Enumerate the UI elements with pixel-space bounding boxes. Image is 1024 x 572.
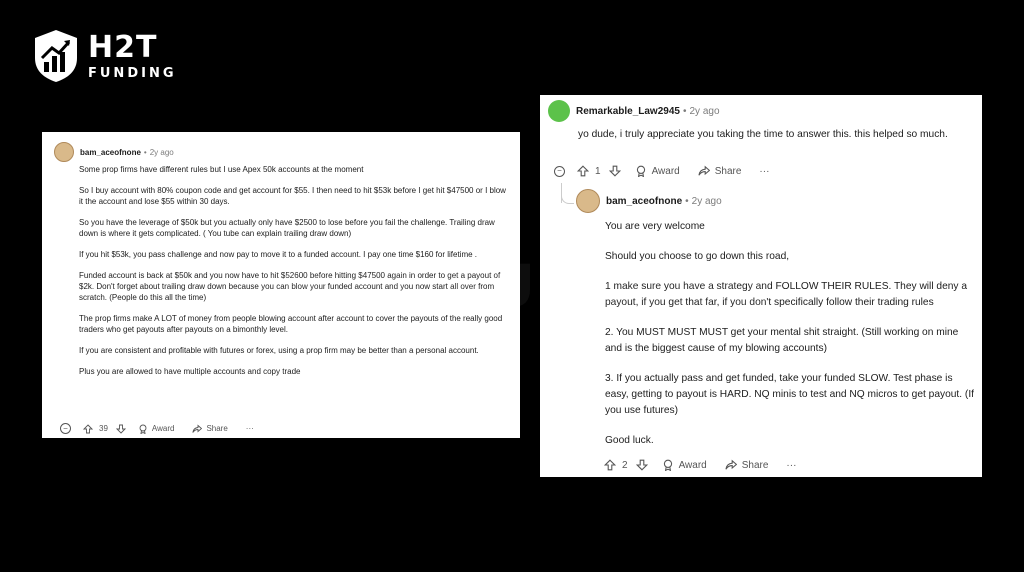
award-button[interactable]: Award [635, 165, 680, 177]
comment-header: bam_aceofnone • 2y ago [576, 189, 722, 213]
username[interactable]: bam_aceofnone [80, 148, 141, 157]
separator-dot: • [685, 195, 689, 207]
downvote-button[interactable] [608, 165, 621, 177]
share-icon [192, 424, 203, 433]
logo-funding-text: FUNDING [88, 65, 177, 81]
avatar-icon[interactable] [576, 189, 600, 213]
comment-paragraph: 3. If you actually pass and get funded, … [605, 373, 974, 416]
award-icon [139, 424, 147, 434]
award-icon [636, 165, 645, 177]
more-icon[interactable]: ··· [759, 166, 769, 177]
more-icon[interactable]: ··· [246, 424, 254, 433]
comment-paragraph: If you hit $53k, you pass challenge and … [79, 249, 478, 259]
downvote-icon [608, 165, 621, 177]
username[interactable]: bam_aceofnone [606, 196, 682, 207]
comment-header: bam_aceofnone • 2y ago [54, 142, 174, 162]
downvote-button[interactable] [115, 424, 126, 434]
upvote-button[interactable] [604, 459, 616, 471]
share-button[interactable]: Share [192, 424, 228, 434]
share-button[interactable]: Share [725, 459, 769, 471]
vote-count: 39 [99, 424, 108, 433]
upvote-icon [83, 423, 93, 433]
thread-connector [561, 191, 574, 204]
timestamp: 2y ago [149, 147, 174, 157]
reply-header: Remarkable_Law2945 • 2y ago [548, 100, 720, 122]
reply-actions: − 1 Award Share ··· [554, 165, 769, 177]
share-icon [725, 459, 737, 470]
comment-body: You are very welcome Should you choose t… [605, 219, 975, 463]
avatar-icon[interactable] [54, 142, 74, 162]
separator-dot: • [143, 147, 147, 157]
separator-dot: • [682, 105, 687, 117]
share-icon [698, 165, 710, 176]
vote-count: 1 [595, 165, 601, 177]
downvote-icon [635, 459, 648, 471]
comment-paragraph: 2. You MUST MUST MUST get your mental sh… [605, 327, 959, 354]
award-label: Award [651, 165, 680, 177]
reply-body: yo dude, i truly appreciate you taking t… [578, 129, 948, 140]
downvote-icon [115, 424, 126, 434]
logo-h2t-text: H2T [88, 29, 158, 65]
comment-card-right: Remarkable_Law2945 • 2y ago yo dude, i t… [540, 95, 982, 477]
award-label: Award [151, 424, 175, 433]
h2t-funding-logo: H2T FUNDING [32, 28, 177, 84]
comment-paragraph: The prop firms make A LOT of money from … [79, 313, 503, 334]
comment-paragraph: Should you choose to go down this road, [605, 251, 790, 262]
collapse-icon[interactable]: − [60, 423, 71, 434]
upvote-button[interactable] [83, 423, 93, 434]
comment-actions: 2 Award Share ··· [604, 459, 796, 471]
share-button[interactable]: Share [698, 165, 742, 177]
timestamp: 2y ago [691, 195, 722, 207]
comment-paragraph: You are very welcome [605, 221, 705, 232]
upvote-button[interactable] [577, 165, 589, 177]
downvote-button[interactable] [635, 459, 648, 471]
comment-paragraph: Some prop firms have different rules but… [79, 165, 364, 174]
comment-paragraph: 1 make sure you have a strategy and FOLL… [605, 281, 968, 308]
award-button[interactable]: Award [662, 459, 707, 471]
comment-body: Some prop firms have different rules but… [79, 164, 511, 386]
award-label: Award [678, 459, 707, 471]
award-icon [663, 459, 672, 471]
award-button[interactable]: Award [138, 424, 175, 434]
collapse-icon[interactable]: − [554, 165, 565, 177]
share-label: Share [714, 165, 742, 177]
comment-paragraph: Plus you are allowed to have multiple ac… [79, 366, 301, 376]
timestamp: 2y ago [689, 105, 720, 117]
upvote-icon [577, 165, 589, 177]
comment-card-left: bam_aceofnone • 2y ago Some prop firms h… [42, 132, 520, 438]
comment-paragraph: If you are consistent and profitable wit… [79, 345, 479, 355]
upvote-icon [604, 459, 616, 471]
share-label: Share [741, 459, 769, 471]
vote-count: 2 [622, 459, 628, 471]
username[interactable]: Remarkable_Law2945 [576, 106, 680, 117]
avatar-icon[interactable] [548, 100, 570, 122]
comment-paragraph: Funded account is back at $50k and you n… [79, 270, 501, 302]
comment-paragraph: So you have the leverage of $50k but you… [79, 217, 495, 238]
share-label: Share [206, 424, 228, 433]
comment-actions: − 39 Award Share ··· [60, 423, 254, 434]
comment-paragraph: Good luck. [605, 435, 654, 446]
shield-chart-logo-icon [35, 30, 77, 82]
more-icon[interactable]: ··· [786, 460, 796, 471]
comment-paragraph: So I buy account with 80% coupon code an… [79, 185, 506, 206]
